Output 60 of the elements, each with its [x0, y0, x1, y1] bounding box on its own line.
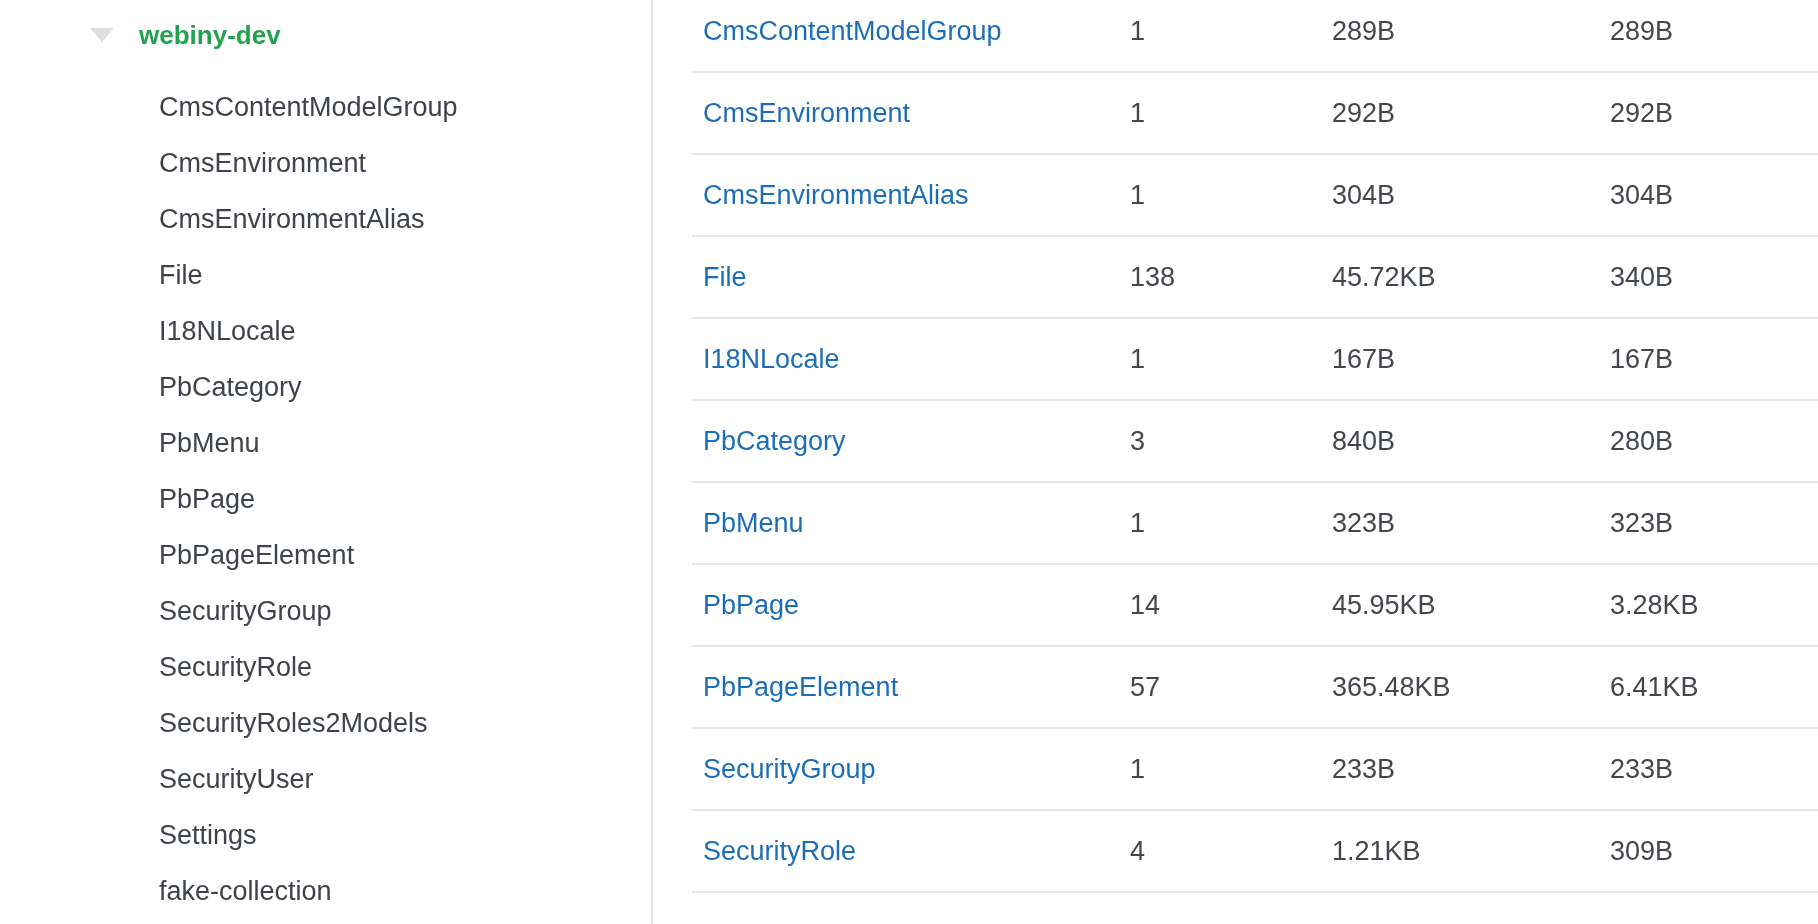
table-cell: 1 [1130, 345, 1146, 373]
table-cell: 304B [1610, 181, 1674, 209]
table-cell: 304B [1332, 181, 1396, 209]
collection-item[interactable]: PbCategory [159, 373, 302, 401]
table-cell: 167B [1610, 345, 1674, 373]
collection-item[interactable]: SecurityGroup [159, 597, 332, 625]
collection-item[interactable]: PbPage [159, 485, 256, 513]
table-cell: 289B [1332, 17, 1396, 45]
collection-link[interactable]: File [703, 263, 747, 291]
table-cell: 340B [1610, 263, 1674, 291]
collection-item[interactable]: CmsContentModelGroup [159, 93, 458, 121]
table-cell: 292B [1332, 99, 1396, 127]
table-cell: 14 [1130, 591, 1161, 619]
collection-item[interactable]: SecurityRoles2Models [159, 709, 428, 737]
collection-link[interactable]: PbPageElement [703, 673, 899, 701]
table-cell: 45.95KB [1332, 591, 1436, 619]
table-cell: 167B [1332, 345, 1396, 373]
table-cell: 280B [1610, 427, 1674, 455]
collection-link[interactable]: PbPage [703, 591, 800, 619]
table-cell: 45.72KB [1332, 263, 1436, 291]
collection-link[interactable]: CmsEnvironment [703, 99, 911, 127]
table-cell: 1 [1130, 755, 1146, 783]
table-cell: 365.48KB [1332, 673, 1451, 701]
collection-item[interactable]: PbMenu [159, 429, 260, 457]
collection-item[interactable]: I18NLocale [159, 317, 296, 345]
collection-item[interactable]: Settings [159, 821, 257, 849]
collection-link[interactable]: CmsContentModelGroup [703, 17, 1002, 45]
collection-link[interactable]: CmsEnvironmentAlias [703, 181, 969, 209]
collection-item[interactable]: CmsEnvironmentAlias [159, 205, 425, 233]
table-cell: 1.21KB [1332, 837, 1421, 865]
table-cell: 4 [1130, 837, 1146, 865]
table-cell: 323B [1610, 509, 1674, 537]
collection-item[interactable]: File [159, 261, 203, 289]
collection-item[interactable]: CmsEnvironment [159, 149, 367, 177]
table-cell: 1 [1130, 509, 1146, 537]
table-cell: 57 [1130, 673, 1161, 701]
table-cell: 289B [1610, 17, 1674, 45]
table-cell: 323B [1332, 509, 1396, 537]
table-cell: 1 [1130, 99, 1146, 127]
table-cell: 3 [1130, 427, 1146, 455]
table-cell: 840B [1332, 427, 1396, 455]
table-cell: 309B [1610, 837, 1674, 865]
collection-link[interactable]: PbMenu [703, 509, 804, 537]
collection-link[interactable]: SecurityRole [703, 837, 857, 865]
collection-link[interactable]: PbCategory [703, 427, 846, 455]
table-cell: 1 [1130, 181, 1146, 209]
collection-item[interactable]: SecurityRole [159, 653, 313, 681]
caret-icon[interactable] [90, 28, 114, 42]
table-cell: 1 [1130, 17, 1146, 45]
table-cell: 138 [1130, 263, 1176, 291]
table-cell: 6.41KB [1610, 673, 1699, 701]
collection-link[interactable]: SecurityGroup [703, 755, 876, 783]
collection-item[interactable]: fake-collection [159, 877, 332, 905]
collection-link[interactable]: I18NLocale [703, 345, 840, 373]
table-cell: 3.28KB [1610, 591, 1699, 619]
table-cell: 292B [1610, 99, 1674, 127]
collection-item[interactable]: SecurityUser [159, 765, 314, 793]
collection-item[interactable]: PbPageElement [159, 541, 355, 569]
table-cell: 233B [1610, 755, 1674, 783]
table-cell: 233B [1332, 755, 1396, 783]
